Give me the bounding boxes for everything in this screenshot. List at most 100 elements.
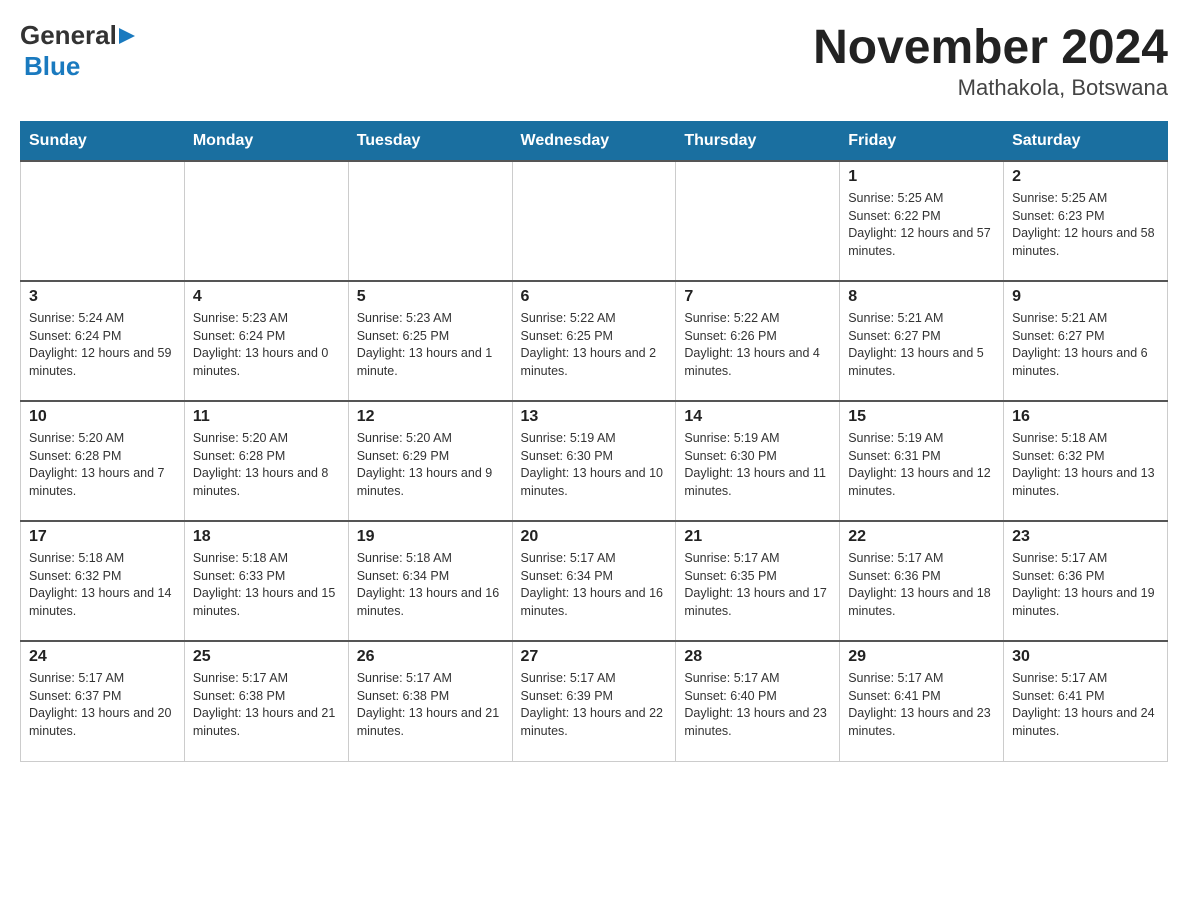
day-info: Sunrise: 5:19 AM <box>684 430 831 448</box>
day-number: 29 <box>848 648 995 666</box>
day-number: 2 <box>1012 168 1159 186</box>
day-info: Sunset: 6:36 PM <box>1012 568 1159 586</box>
day-info: Daylight: 13 hours and 23 minutes. <box>684 705 831 740</box>
day-info: Sunrise: 5:24 AM <box>29 310 176 328</box>
day-cell: 16Sunrise: 5:18 AMSunset: 6:32 PMDayligh… <box>1004 401 1168 521</box>
day-info: Sunrise: 5:17 AM <box>521 550 668 568</box>
day-info: Sunset: 6:30 PM <box>684 448 831 466</box>
day-info: Daylight: 13 hours and 11 minutes. <box>684 465 831 500</box>
day-number: 4 <box>193 288 340 306</box>
day-cell: 21Sunrise: 5:17 AMSunset: 6:35 PMDayligh… <box>676 521 840 641</box>
day-number: 19 <box>357 528 504 546</box>
day-info: Daylight: 13 hours and 2 minutes. <box>521 345 668 380</box>
day-number: 10 <box>29 408 176 426</box>
day-cell: 2Sunrise: 5:25 AMSunset: 6:23 PMDaylight… <box>1004 161 1168 281</box>
day-info: Sunset: 6:25 PM <box>521 328 668 346</box>
week-row-1: 3Sunrise: 5:24 AMSunset: 6:24 PMDaylight… <box>21 281 1168 401</box>
day-info: Sunrise: 5:18 AM <box>357 550 504 568</box>
day-info: Sunset: 6:30 PM <box>521 448 668 466</box>
day-info: Sunrise: 5:22 AM <box>684 310 831 328</box>
day-number: 21 <box>684 528 831 546</box>
day-info: Daylight: 13 hours and 15 minutes. <box>193 585 340 620</box>
day-info: Sunset: 6:38 PM <box>193 688 340 706</box>
day-cell: 23Sunrise: 5:17 AMSunset: 6:36 PMDayligh… <box>1004 521 1168 641</box>
day-info: Sunset: 6:39 PM <box>521 688 668 706</box>
logo: General Blue <box>20 20 137 82</box>
day-number: 26 <box>357 648 504 666</box>
day-cell: 30Sunrise: 5:17 AMSunset: 6:41 PMDayligh… <box>1004 641 1168 761</box>
day-info: Daylight: 13 hours and 24 minutes. <box>1012 705 1159 740</box>
day-info: Sunrise: 5:18 AM <box>1012 430 1159 448</box>
day-cell: 17Sunrise: 5:18 AMSunset: 6:32 PMDayligh… <box>21 521 185 641</box>
day-info: Sunrise: 5:19 AM <box>848 430 995 448</box>
day-info: Daylight: 13 hours and 0 minutes. <box>193 345 340 380</box>
day-cell: 14 Sunrise: 5:19 AMSunset: 6:30 PMDayligh… <box>676 401 840 521</box>
day-info: Daylight: 13 hours and 7 minutes. <box>29 465 176 500</box>
day-info: Sunset: 6:22 PM <box>848 208 995 226</box>
day-info: Sunset: 6:41 PM <box>1012 688 1159 706</box>
day-cell <box>676 161 840 281</box>
title-block: November 2024 Mathakola, Botswana <box>813 20 1168 101</box>
day-cell: 19Sunrise: 5:18 AMSunset: 6:34 PMDayligh… <box>348 521 512 641</box>
day-number: 17 <box>29 528 176 546</box>
day-cell: 26Sunrise: 5:17 AMSunset: 6:38 PMDayligh… <box>348 641 512 761</box>
week-row-0: 1Sunrise: 5:25 AMSunset: 6:22 PMDaylight… <box>21 161 1168 281</box>
day-number: 11 <box>193 408 340 426</box>
day-info: Sunrise: 5:17 AM <box>848 670 995 688</box>
location-subtitle: Mathakola, Botswana <box>813 75 1168 101</box>
day-cell: 4 Sunrise: 5:23 AMSunset: 6:24 PMDaylight… <box>184 281 348 401</box>
day-cell: 28Sunrise: 5:17 AMSunset: 6:40 PMDayligh… <box>676 641 840 761</box>
day-info: Sunrise: 5:21 AM <box>1012 310 1159 328</box>
day-info: Daylight: 13 hours and 23 minutes. <box>848 705 995 740</box>
day-info: Sunrise: 5:20 AM <box>193 430 340 448</box>
day-info: Daylight: 12 hours and 59 minutes. <box>29 345 176 380</box>
day-info: Sunset: 6:23 PM <box>1012 208 1159 226</box>
header-wednesday: Wednesday <box>512 122 676 162</box>
day-cell: 29Sunrise: 5:17 AMSunset: 6:41 PMDayligh… <box>840 641 1004 761</box>
day-cell: 1Sunrise: 5:25 AMSunset: 6:22 PMDaylight… <box>840 161 1004 281</box>
day-cell: 24Sunrise: 5:17 AMSunset: 6:37 PMDayligh… <box>21 641 185 761</box>
day-info: Daylight: 13 hours and 16 minutes. <box>521 585 668 620</box>
day-number: 20 <box>521 528 668 546</box>
day-number: 14 <box>684 408 831 426</box>
header-saturday: Saturday <box>1004 122 1168 162</box>
day-number: 24 <box>29 648 176 666</box>
header-monday: Monday <box>184 122 348 162</box>
day-info: Sunset: 6:32 PM <box>29 568 176 586</box>
day-number: 13 <box>521 408 668 426</box>
day-info: Sunrise: 5:17 AM <box>1012 670 1159 688</box>
day-number: 12 <box>357 408 504 426</box>
header-friday: Friday <box>840 122 1004 162</box>
day-info: Sunset: 6:40 PM <box>684 688 831 706</box>
page-header: General Blue November 2024 Mathakola, Bo… <box>20 20 1168 101</box>
day-info: Sunset: 6:34 PM <box>357 568 504 586</box>
day-number: 3 <box>29 288 176 306</box>
day-number: 15 <box>848 408 995 426</box>
logo-blue: Blue <box>24 51 80 82</box>
day-info: Sunset: 6:29 PM <box>357 448 504 466</box>
day-info: Sunset: 6:34 PM <box>521 568 668 586</box>
day-cell: 15Sunrise: 5:19 AMSunset: 6:31 PMDayligh… <box>840 401 1004 521</box>
day-number: 18 <box>193 528 340 546</box>
day-info: Sunset: 6:28 PM <box>29 448 176 466</box>
day-info: Daylight: 13 hours and 21 minutes. <box>193 705 340 740</box>
day-cell: 20 Sunrise: 5:17 AMSunset: 6:34 PMDayligh… <box>512 521 676 641</box>
day-info: Daylight: 13 hours and 12 minutes. <box>848 465 995 500</box>
day-cell <box>512 161 676 281</box>
day-info: Daylight: 13 hours and 22 minutes. <box>521 705 668 740</box>
day-info: Sunset: 6:38 PM <box>357 688 504 706</box>
day-info: Sunrise: 5:17 AM <box>357 670 504 688</box>
day-number: 5 <box>357 288 504 306</box>
header-thursday: Thursday <box>676 122 840 162</box>
logo-arrow-icon <box>117 26 137 46</box>
day-info: Sunrise: 5:17 AM <box>684 550 831 568</box>
day-info: Sunrise: 5:23 AM <box>193 310 340 328</box>
day-info: Daylight: 13 hours and 9 minutes. <box>357 465 504 500</box>
month-year-title: November 2024 <box>813 20 1168 75</box>
day-info: Sunrise: 5:17 AM <box>193 670 340 688</box>
day-info: Sunrise: 5:17 AM <box>521 670 668 688</box>
day-cell: 10Sunrise: 5:20 AMSunset: 6:28 PMDayligh… <box>21 401 185 521</box>
day-info: Sunset: 6:24 PM <box>193 328 340 346</box>
day-info: Daylight: 12 hours and 58 minutes. <box>1012 225 1159 260</box>
day-number: 8 <box>848 288 995 306</box>
